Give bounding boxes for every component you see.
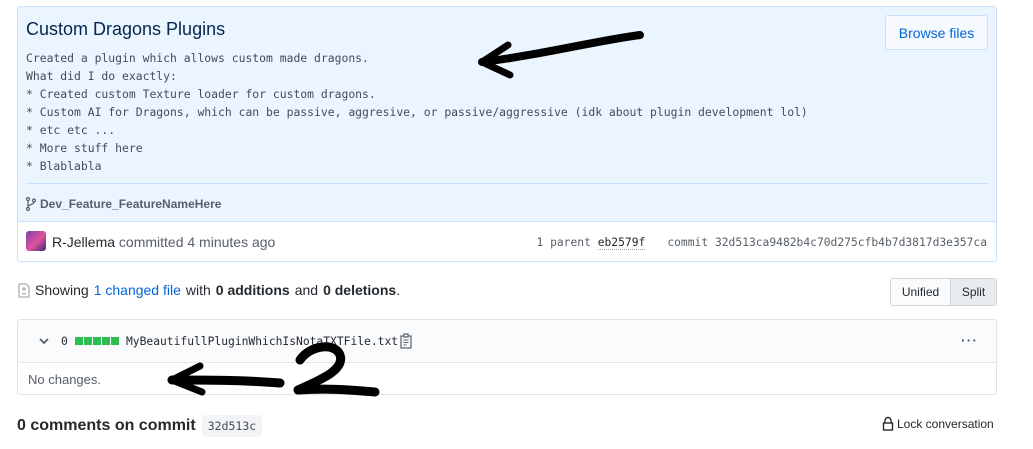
diffstat-block bbox=[84, 337, 92, 345]
commit-meta: R-Jellema committed 4 minutes ago 1 pare… bbox=[18, 221, 996, 261]
file-header: 0 MyBeautifullPluginWhichIsNotaTXTFile.t… bbox=[18, 320, 996, 363]
unified-button[interactable]: Unified bbox=[891, 279, 951, 305]
branch-name: Dev_Feature_FeatureNameHere bbox=[40, 197, 222, 211]
file-diff: 0 MyBeautifullPluginWhichIsNotaTXTFile.t… bbox=[17, 319, 997, 395]
parent-count: 1 parent bbox=[536, 236, 591, 249]
avatar[interactable] bbox=[26, 231, 46, 251]
no-changes-text: No changes. bbox=[28, 372, 101, 387]
description-line: * Created custom Texture loader for cust… bbox=[26, 87, 376, 101]
commit-description: Created a plugin which allows custom mad… bbox=[26, 49, 808, 175]
branch-divider bbox=[26, 183, 988, 184]
changed-files-link[interactable]: 1 changed file bbox=[94, 282, 181, 298]
diff-view-toggle: Unified Split bbox=[890, 278, 997, 306]
commit-sha: 32d513ca9482b4c70d275cfb4b7d3817d3e357ca bbox=[714, 236, 987, 249]
short-sha: 32d513c bbox=[201, 415, 263, 437]
description-line: What did I do exactly: bbox=[26, 69, 177, 83]
git-branch-icon bbox=[26, 197, 36, 211]
description-line: * etc etc ... bbox=[26, 123, 116, 137]
committed-time: committed 4 minutes ago bbox=[118, 234, 276, 250]
commit-label: commit bbox=[667, 236, 709, 249]
file-diff-icon bbox=[18, 283, 30, 297]
commit-box: Custom Dragons Plugins Browse files Crea… bbox=[17, 6, 997, 262]
description-line: * Custom AI for Dragons, which can be pa… bbox=[26, 105, 808, 119]
diffstat-block bbox=[93, 337, 101, 345]
diffstat-block bbox=[102, 337, 110, 345]
lock-icon bbox=[882, 416, 894, 431]
commit-title: Custom Dragons Plugins bbox=[26, 19, 226, 39]
file-name-link[interactable]: MyBeautifullPluginWhichIsNotaTXTFile.txt bbox=[126, 335, 398, 348]
diff-summary: Showing 1 changed file with 0 additions … bbox=[18, 282, 400, 298]
parent-sha-link[interactable]: eb2579f bbox=[597, 236, 646, 250]
lock-conversation-button[interactable]: Lock conversation bbox=[882, 416, 994, 431]
parent-info: 1 parent eb2579f bbox=[536, 236, 646, 250]
split-button[interactable]: Split bbox=[951, 279, 996, 305]
diffstat-bar bbox=[75, 337, 119, 345]
summary-and: and bbox=[294, 282, 319, 298]
description-line: * Blablabla bbox=[26, 159, 102, 173]
more-options-icon[interactable]: ··· bbox=[961, 332, 978, 348]
diffstat-block bbox=[75, 337, 83, 345]
author-link[interactable]: R-Jellema bbox=[52, 234, 115, 250]
branch-link[interactable]: Dev_Feature_FeatureNameHere bbox=[26, 197, 221, 211]
description-line: * More stuff here bbox=[26, 141, 143, 155]
summary-showing: Showing bbox=[35, 282, 89, 298]
commit-shas: 1 parent eb2579f commit 32d513ca9482b4c7… bbox=[536, 236, 987, 250]
clipboard-icon[interactable] bbox=[399, 333, 413, 349]
description-line: Created a plugin which allows custom mad… bbox=[26, 51, 369, 65]
diff-count: 0 bbox=[61, 335, 68, 348]
browse-files-button[interactable]: Browse files bbox=[885, 15, 988, 50]
commit-info: commit 32d513ca9482b4c70d275cfb4b7d3817d… bbox=[667, 236, 987, 249]
summary-with: with bbox=[185, 282, 211, 298]
diffstat-block bbox=[111, 337, 119, 345]
lock-label: Lock conversation bbox=[897, 416, 994, 431]
additions-count: 0 additions bbox=[215, 282, 290, 298]
comments-count: 0 comments on commit bbox=[17, 417, 196, 434]
commit-author-line: R-Jellema committed 4 minutes ago bbox=[52, 234, 275, 250]
chevron-down-icon[interactable] bbox=[38, 336, 50, 346]
deletions-count: 0 deletions bbox=[323, 282, 397, 298]
comments-heading: 0 comments on commit 32d513c bbox=[17, 415, 263, 437]
summary-period: . bbox=[396, 282, 401, 298]
